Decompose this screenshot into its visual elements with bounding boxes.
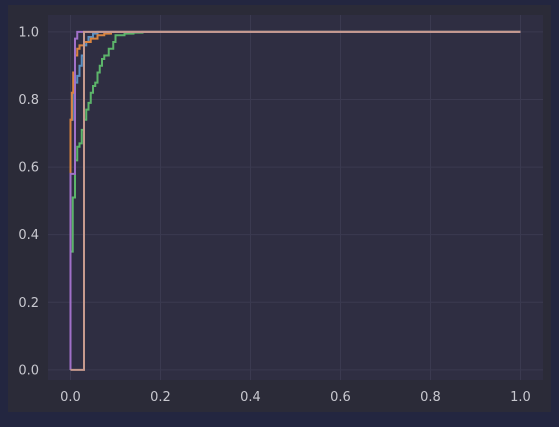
x-tick-label: 0.6 (330, 390, 351, 405)
y-axis-ticks: 0.0 0.2 0.4 0.6 0.8 1.0 (18, 25, 39, 378)
x-tick-label: 0.8 (420, 390, 441, 405)
plot-area (48, 15, 543, 380)
x-tick-label: 0.4 (240, 390, 261, 405)
roc-chart: 0.0 0.2 0.4 0.6 0.8 1.0 0.0 0.2 0.4 0.6 0.8 1.0 (18, 15, 543, 405)
y-tick-label: 0.4 (18, 228, 39, 243)
y-tick-label: 0.2 (18, 296, 39, 311)
y-tick-label: 1.0 (18, 25, 39, 40)
y-tick-label: 0.6 (18, 161, 39, 176)
y-tick-label: 0.8 (18, 93, 39, 108)
x-tick-label: 1.0 (510, 390, 531, 405)
x-tick-label: 0.2 (150, 390, 171, 405)
y-tick-label: 0.0 (18, 363, 39, 378)
x-axis-ticks: 0.0 0.2 0.4 0.6 0.8 1.0 (60, 390, 531, 405)
roc-chart-figure: 0.0 0.2 0.4 0.6 0.8 1.0 0.0 0.2 0.4 0.6 0.8 1.0 (8, 5, 551, 412)
x-tick-label: 0.0 (60, 390, 81, 405)
